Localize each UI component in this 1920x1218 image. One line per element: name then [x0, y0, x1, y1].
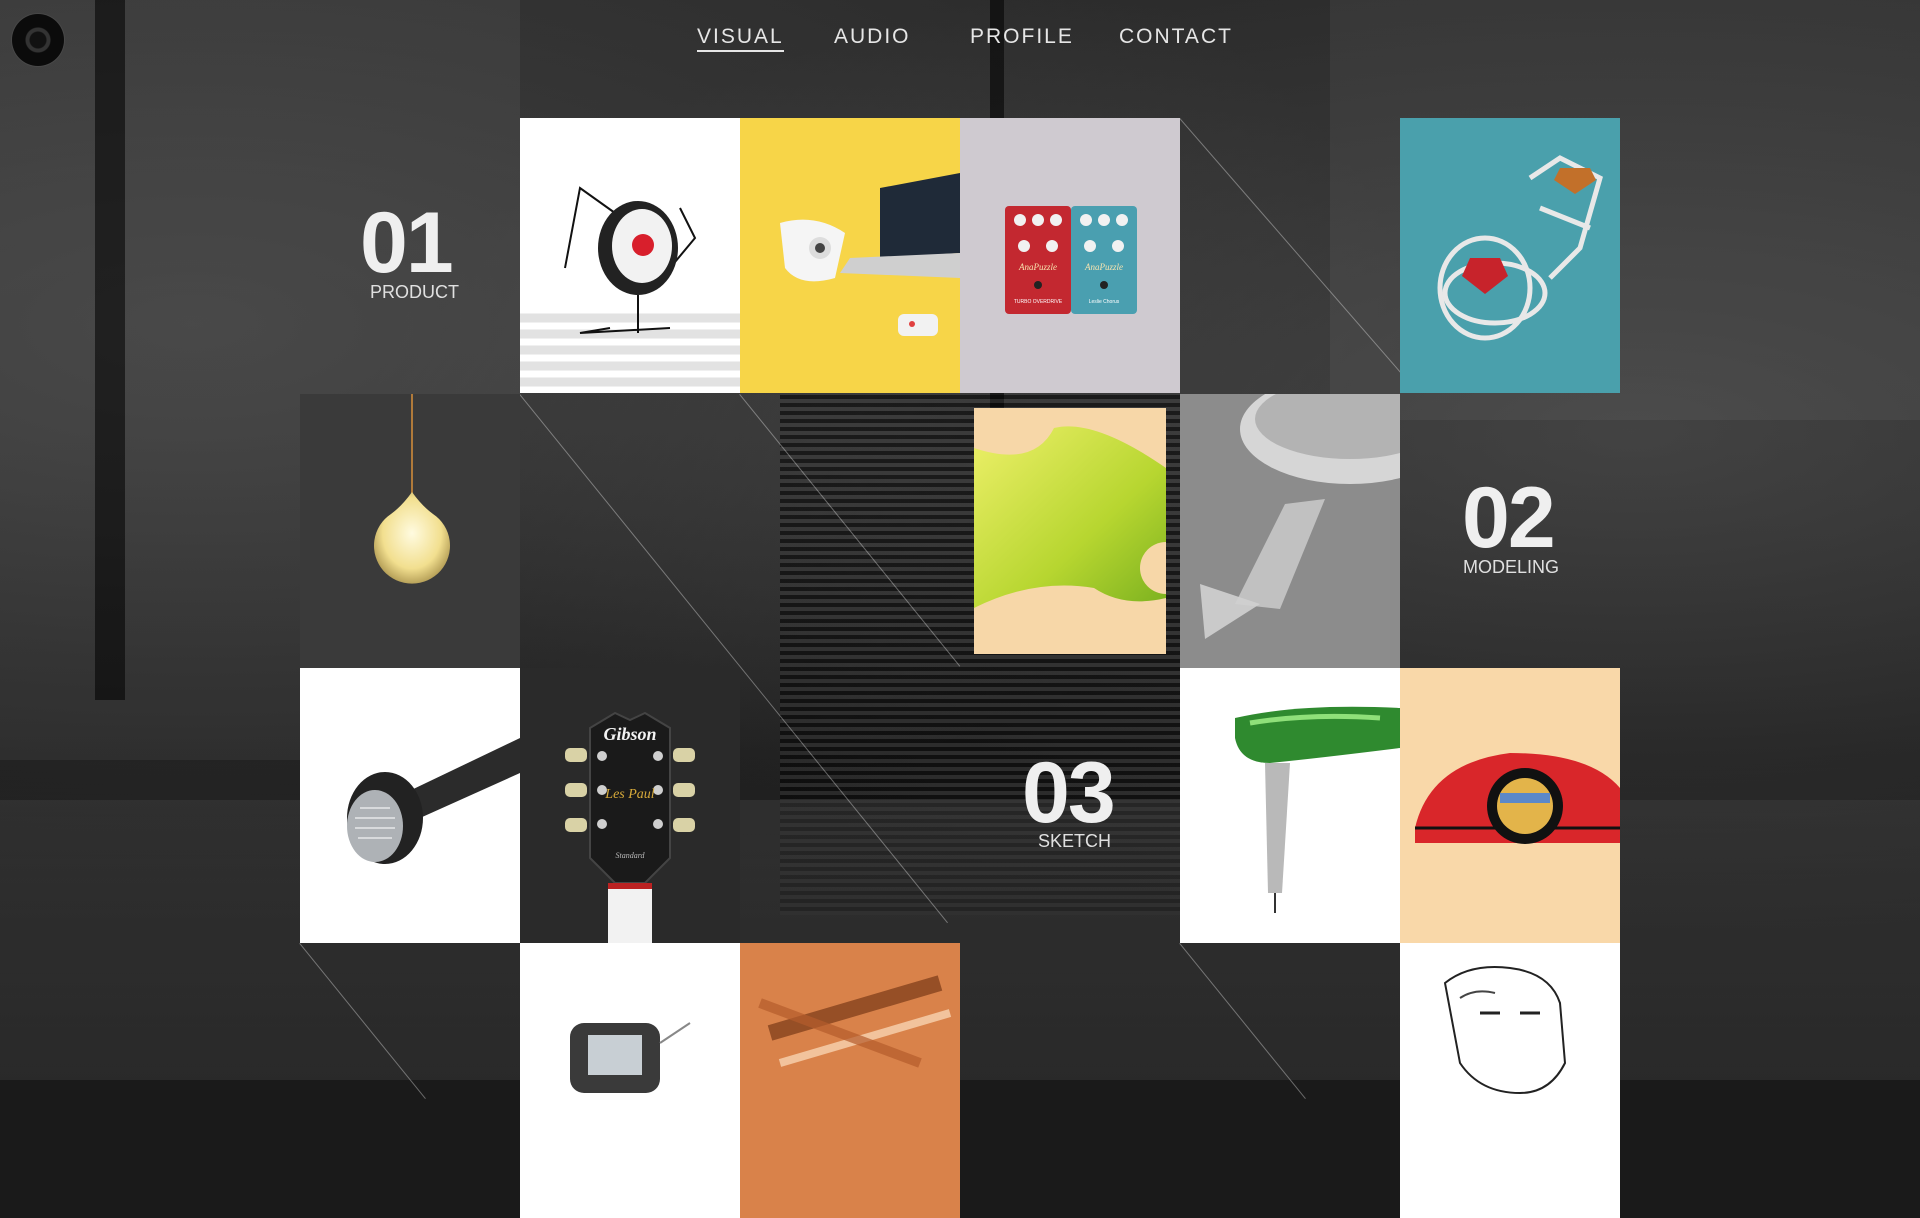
section-number-02[interactable]: 02: [1462, 475, 1556, 561]
guitar-headstock-illustration: Gibson Les Paul Standard: [565, 711, 695, 943]
tile-jewelry-ring[interactable]: [1400, 118, 1620, 393]
guitar-pedals-illustration: AnaPuzzle AnaPuzzle TURBO OVERDRIVE Lesl…: [1005, 206, 1137, 314]
pedal-brand-right: AnaPuzzle: [1084, 262, 1123, 272]
section-title-modeling[interactable]: MODELING: [1463, 557, 1559, 578]
top-nav: VISUAL AUDIO PROFILE CONTACT: [0, 24, 1920, 54]
background-road: [0, 800, 1920, 1080]
tile-speaker-laptop[interactable]: [740, 118, 960, 393]
tile-guitar-headstock[interactable]: Gibson Les Paul Standard: [520, 668, 740, 943]
guitar-sub-text: Standard: [615, 851, 645, 860]
section-title-sketch[interactable]: SKETCH: [1038, 831, 1111, 852]
wheel-model-illustration: [1180, 394, 1400, 669]
tile-pendant-lamp[interactable]: [300, 394, 520, 669]
section-number-03[interactable]: 03: [1022, 750, 1116, 836]
tile-car-sketch[interactable]: [1400, 668, 1620, 943]
tile-microphone[interactable]: [300, 668, 520, 943]
pedal-brand-left: AnaPuzzle: [1018, 262, 1057, 272]
portrait-sketch-illustration: [1443, 966, 1567, 1095]
jewelry-ring-illustration: [1437, 155, 1603, 341]
guitar-model-text: Les Paul: [604, 787, 655, 802]
pedal-right-name: Leslie Chorus: [1089, 299, 1120, 305]
nav-contact[interactable]: CONTACT: [1119, 24, 1233, 50]
pedal-left-name: TURBO OVERDRIVE: [1014, 299, 1063, 305]
tile-pencil-sketch[interactable]: [740, 943, 960, 1218]
device-sketch-illustration: [570, 1022, 691, 1093]
tile-hair-dryer-sketch[interactable]: [1180, 668, 1400, 943]
speaker-laptop-illustration: [780, 173, 960, 336]
background-lamp-post: [95, 0, 125, 700]
hair-dryer-illustration: [1235, 706, 1400, 913]
nav-visual[interactable]: VISUAL: [697, 24, 784, 52]
nav-audio[interactable]: AUDIO: [834, 24, 911, 50]
tile-portrait-sketch[interactable]: [1400, 943, 1620, 1218]
ginkgo-leaf-illustration: [974, 426, 1166, 608]
pencil-sketch-illustration: [758, 975, 952, 1068]
microphone-illustration: [347, 738, 520, 864]
nav-profile[interactable]: PROFILE: [970, 24, 1074, 50]
section-title-product[interactable]: PRODUCT: [370, 282, 459, 303]
tile-wheel-model[interactable]: [1180, 394, 1400, 669]
tile-ginkgo-leaf[interactable]: [974, 408, 1166, 654]
guitar-brand-text: Gibson: [603, 724, 656, 744]
tile-speaker[interactable]: [520, 118, 740, 393]
tile-guitar-pedals[interactable]: AnaPuzzle AnaPuzzle TURBO OVERDRIVE Lesl…: [960, 118, 1180, 393]
car-sketch-illustration: [1415, 753, 1620, 844]
section-number-01[interactable]: 01: [360, 200, 454, 286]
speaker-illustration: [520, 186, 740, 387]
pendant-lamp-illustration: [374, 394, 450, 584]
tile-device-sketch[interactable]: [520, 943, 740, 1218]
